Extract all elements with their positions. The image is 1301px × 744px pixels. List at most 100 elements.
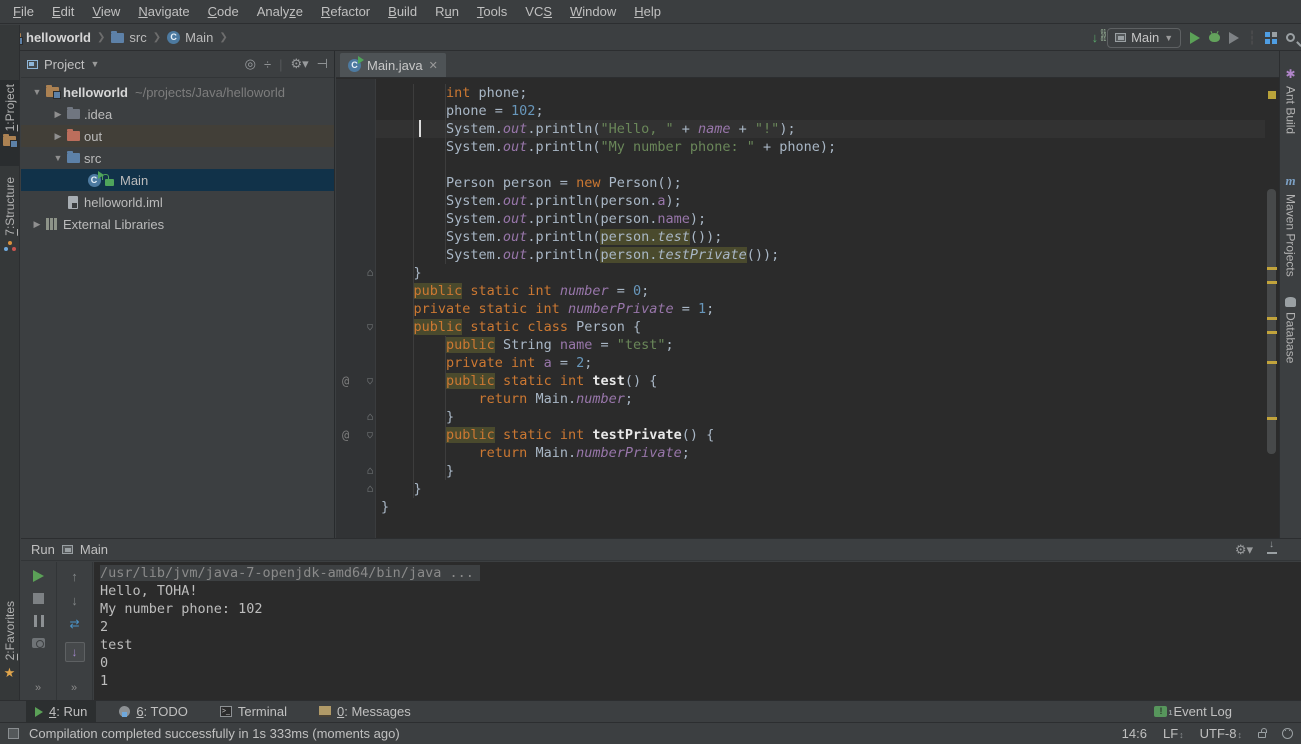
- line-separator[interactable]: LF↕: [1163, 726, 1184, 741]
- chevron-expanded-icon[interactable]: ▼: [52, 153, 64, 163]
- caret-position[interactable]: 14:6: [1122, 726, 1147, 741]
- lock-icon[interactable]: [1258, 732, 1266, 738]
- src-folder-icon: [111, 33, 124, 43]
- run-configuration-select[interactable]: Main ▼: [1107, 28, 1181, 48]
- fold-marker-icon[interactable]: ⌂: [364, 483, 376, 495]
- menu-edit[interactable]: Edit: [43, 0, 83, 24]
- fold-marker-icon[interactable]: ⌂: [364, 465, 376, 477]
- code-area[interactable]: ⌂⌂⌂⌂⌂⌂⌂@@ int phone; phone = 102; System…: [336, 79, 1279, 538]
- soft-wrap-icon[interactable]: ⇄: [69, 618, 79, 631]
- search-everywhere-icon[interactable]: [1286, 33, 1295, 42]
- tool-button-maven-projects[interactable]: mMaven Projects: [1280, 169, 1301, 285]
- chevron-expanded-icon[interactable]: ▼: [31, 87, 43, 97]
- chevron-down-icon[interactable]: ▼: [90, 59, 99, 69]
- run-panel-title[interactable]: Run: [31, 542, 55, 557]
- error-stripe-mark[interactable]: [1267, 317, 1277, 320]
- tree-item-helloworld-iml[interactable]: helloworld.iml: [21, 191, 334, 213]
- menu-help[interactable]: Help: [625, 0, 670, 24]
- chevron-collapsed-icon[interactable]: ▶: [52, 109, 64, 120]
- error-stripe-mark[interactable]: [1267, 417, 1277, 420]
- fold-marker-icon[interactable]: ⌂: [364, 411, 376, 423]
- more-icon[interactable]: »: [71, 682, 78, 694]
- tool-button-4-run[interactable]: 4: Run: [26, 701, 96, 723]
- tool-button-7-structure[interactable]: 7:Structure: [0, 173, 19, 273]
- tool-button-0-messages[interactable]: 0: Messages: [310, 701, 420, 723]
- hide-panel-icon[interactable]: ⊣: [317, 56, 328, 72]
- menu-view[interactable]: View: [83, 0, 129, 24]
- scrollbar-thumb[interactable]: [1267, 189, 1276, 454]
- error-stripe-mark[interactable]: [1267, 281, 1277, 284]
- file-encoding[interactable]: UTF-8↕: [1200, 726, 1242, 741]
- tool-button-6-todo[interactable]: 6: TODO: [110, 701, 197, 723]
- locate-file-icon[interactable]: ◎: [245, 56, 256, 72]
- menu-analyze[interactable]: Analyze: [248, 0, 312, 24]
- right-tool-stripe: ✱Ant Build mMaven Projects Database: [1279, 51, 1301, 538]
- thread-dump-icon[interactable]: [32, 638, 45, 648]
- editor-tab-bar: C Main.java ✕: [336, 51, 1279, 78]
- menu-refactor[interactable]: Refactor: [312, 0, 379, 24]
- menu-build[interactable]: Build: [379, 0, 426, 24]
- tree-item-main[interactable]: CMain: [21, 169, 334, 191]
- tree-item-external-libraries[interactable]: ▶External Libraries: [21, 213, 334, 235]
- annotation-icon[interactable]: @: [342, 374, 349, 388]
- menu-tools[interactable]: Tools: [468, 0, 516, 24]
- menu-navigate[interactable]: Navigate: [129, 0, 198, 24]
- editor-scrollbar[interactable]: [1265, 79, 1279, 538]
- scroll-to-end-icon[interactable]: ↓: [65, 642, 85, 662]
- project-structure-button[interactable]: [1265, 32, 1277, 44]
- vcs-update-icon[interactable]: ↓011001: [1092, 30, 1099, 45]
- stop-button[interactable]: [33, 593, 44, 604]
- status-message: Compilation completed successfully in 1s…: [29, 726, 400, 741]
- highlighting-level-icon[interactable]: [1282, 728, 1293, 739]
- menu-code[interactable]: Code: [199, 0, 248, 24]
- chevron-collapsed-icon[interactable]: ▶: [31, 219, 43, 230]
- tree-item--idea[interactable]: ▶.idea: [21, 103, 334, 125]
- gear-icon[interactable]: ⚙▾: [290, 56, 308, 72]
- rerun-button[interactable]: [33, 570, 44, 582]
- fold-marker-icon[interactable]: ⌂: [364, 267, 376, 279]
- tool-button-ant-build[interactable]: ✱Ant Build: [1280, 63, 1301, 151]
- run-panel-header: Run Main ⚙▾: [21, 539, 1301, 561]
- gear-icon[interactable]: ⚙▾: [1235, 542, 1253, 558]
- coverage-button[interactable]: [1229, 32, 1239, 44]
- run-console[interactable]: /usr/lib/jvm/java-7-openjdk-amd64/bin/ja…: [94, 562, 1301, 700]
- event-log-button[interactable]: !1Event Log: [1145, 701, 1241, 723]
- analysis-status-icon[interactable]: [1268, 91, 1276, 99]
- down-stack-trace-icon[interactable]: ↓: [71, 594, 78, 607]
- tree-item-helloworld[interactable]: ▼helloworld~/projects/Java/helloworld: [21, 81, 334, 103]
- hide-panel-icon[interactable]: [1267, 545, 1277, 554]
- collapse-all-icon[interactable]: ÷: [264, 57, 271, 72]
- error-stripe-mark[interactable]: [1267, 361, 1277, 364]
- messages-icon: [319, 706, 331, 717]
- fold-marker-icon[interactable]: ⌂: [364, 429, 376, 441]
- toolwindow-toggle-icon[interactable]: [8, 728, 19, 739]
- menu-run[interactable]: Run: [426, 0, 468, 24]
- pause-output-button[interactable]: [34, 615, 44, 627]
- tool-button-database[interactable]: Database: [1280, 293, 1301, 377]
- run-button[interactable]: [1190, 32, 1200, 44]
- menu-vcs[interactable]: VCS: [516, 0, 561, 24]
- editor-gutter[interactable]: ⌂ ⌂ ⌂ ⌂ ⌂ ⌂ ⌂ @ @: [336, 79, 376, 538]
- annotation-icon[interactable]: @: [342, 428, 349, 442]
- error-stripe-mark[interactable]: [1267, 331, 1277, 334]
- error-stripe-mark[interactable]: [1267, 267, 1277, 270]
- more-icon[interactable]: »: [35, 682, 42, 694]
- breadcrumb-src[interactable]: src: [111, 30, 146, 45]
- up-stack-trace-icon[interactable]: ↑: [71, 570, 78, 583]
- menu-window[interactable]: Window: [561, 0, 625, 24]
- debug-button[interactable]: [1209, 33, 1220, 42]
- fold-marker-icon[interactable]: ⌂: [364, 321, 376, 333]
- close-icon[interactable]: ✕: [429, 59, 438, 72]
- tree-item-out[interactable]: ▶out: [21, 125, 334, 147]
- tree-item-src[interactable]: ▼src: [21, 147, 334, 169]
- project-panel-title[interactable]: Project: [44, 57, 84, 72]
- tool-button-1-project[interactable]: 1:Project: [0, 80, 19, 166]
- tab-main-java[interactable]: C Main.java ✕: [340, 53, 446, 77]
- tool-button-2-favorites[interactable]: 2:Favorites★: [0, 597, 19, 692]
- menu-file[interactable]: File: [4, 0, 43, 24]
- breadcrumb-Main[interactable]: CMain: [167, 30, 213, 45]
- chevron-collapsed-icon[interactable]: ▶: [52, 131, 64, 142]
- breadcrumb-helloworld[interactable]: helloworld: [8, 30, 91, 45]
- fold-marker-icon[interactable]: ⌂: [364, 375, 376, 387]
- tool-button-terminal[interactable]: >_Terminal: [211, 701, 296, 723]
